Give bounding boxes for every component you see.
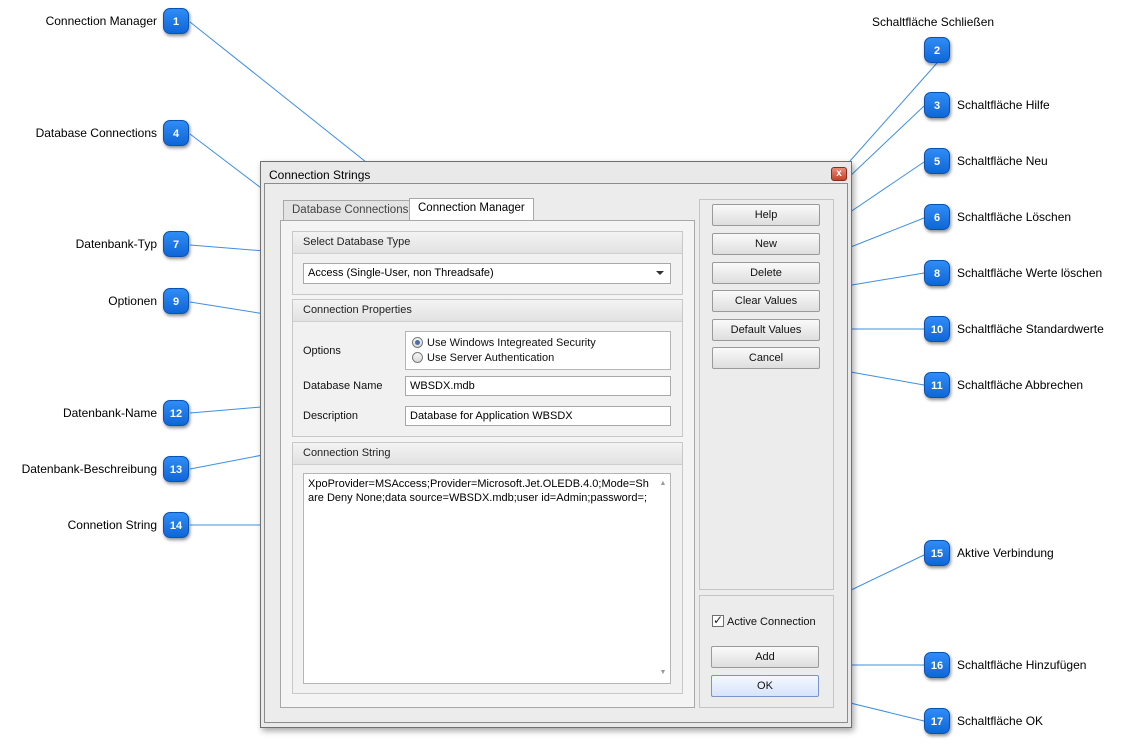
radio-unchecked-icon[interactable] — [412, 352, 423, 363]
options-radio-group: Use Windows Integreated Security Use Ser… — [405, 331, 671, 370]
anno-label-9: Optionen — [108, 294, 157, 308]
button-panel-top — [699, 199, 834, 590]
badge-10: 10 — [924, 316, 950, 342]
badge-4: 4 — [163, 120, 189, 146]
add-button[interactable]: Add — [711, 646, 819, 668]
new-button[interactable]: New — [712, 233, 820, 255]
clear-values-button[interactable]: Clear Values — [712, 290, 820, 312]
description-label: Description — [303, 410, 359, 422]
select-database-type-header: Select Database Type — [293, 232, 682, 254]
radio-server-authentication-label: Use Server Authentication — [427, 352, 555, 364]
anno-label-14: Connetion String — [67, 518, 157, 532]
help-button[interactable]: Help — [712, 204, 820, 226]
default-values-button[interactable]: Default Values — [712, 319, 820, 341]
badge-13: 13 — [163, 456, 189, 482]
close-icon: x — [836, 168, 842, 179]
badge-11: 11 — [924, 372, 950, 398]
scroll-down-icon[interactable]: ▼ — [658, 666, 668, 680]
anno-label-8: Schaltfläche Werte löschen — [957, 266, 1103, 280]
anno-label-12: Datenbank-Name — [62, 406, 157, 420]
description-input[interactable]: Database for Application WBSDX — [405, 406, 671, 426]
anno-label-7: Datenbank-Typ — [75, 237, 157, 251]
badge-9: 9 — [163, 288, 189, 314]
radio-windows-security[interactable]: Use Windows Integreated Security — [412, 337, 596, 351]
connection-properties-header: Connection Properties — [293, 300, 682, 322]
badge-12: 12 — [163, 400, 189, 426]
cancel-button[interactable]: Cancel — [712, 347, 820, 369]
badge-15: 15 — [924, 540, 950, 566]
connection-string-value: XpoProvider=MSAccess;Provider=Microsoft.… — [308, 478, 649, 504]
options-label: Options — [303, 345, 341, 357]
anno-label-6: Schaltfläche Löschen — [957, 210, 1072, 224]
anno-label-2: Schaltfläche Schließen — [872, 15, 995, 29]
database-type-value: Access (Single-User, non Threadsafe) — [308, 267, 494, 279]
dialog-title: Connection Strings — [269, 168, 371, 182]
active-connection-label: Active Connection — [727, 616, 816, 628]
chevron-down-icon[interactable] — [656, 271, 664, 275]
badge-14: 14 — [163, 512, 189, 538]
scroll-up-icon[interactable]: ▲ — [658, 477, 668, 491]
anno-label-15: Aktive Verbindung — [957, 546, 1054, 560]
anno-label-5: Schaltfläche Neu — [957, 154, 1048, 168]
anno-label-4: Database Connections — [35, 126, 157, 140]
radio-checked-icon[interactable] — [412, 337, 423, 348]
badge-7: 7 — [163, 231, 189, 257]
anno-label-10: Schaltfläche Standardwerte — [957, 322, 1104, 336]
database-type-select[interactable]: Access (Single-User, non Threadsafe) — [303, 263, 671, 284]
anno-label-1: Connection Manager — [45, 14, 157, 28]
badge-5: 5 — [924, 148, 950, 174]
database-name-input[interactable]: WBSDX.mdb — [405, 376, 671, 396]
badge-1: 1 — [163, 8, 189, 34]
anno-label-17: Schaltfläche OK — [957, 714, 1044, 728]
database-name-label: Database Name — [303, 380, 383, 392]
close-button[interactable]: x — [831, 167, 847, 181]
badge-3: 3 — [924, 92, 950, 118]
anno-label-11: Schaltfläche Abbrechen — [957, 378, 1084, 392]
badge-17: 17 — [924, 708, 950, 734]
tab-database-connections[interactable]: Database Connections — [283, 200, 418, 221]
active-connection-checkbox[interactable]: Active Connection — [712, 613, 816, 628]
badge-8: 8 — [924, 260, 950, 286]
radio-server-authentication[interactable]: Use Server Authentication — [412, 352, 554, 366]
connection-string-textarea[interactable]: XpoProvider=MSAccess;Provider=Microsoft.… — [303, 473, 671, 684]
ok-button[interactable]: OK — [711, 675, 819, 697]
anno-label-16: Schaltfläche Hinzufügen — [957, 658, 1087, 672]
connection-string-header: Connection String — [293, 443, 682, 465]
checkbox-checked-icon[interactable] — [712, 613, 724, 627]
anno-label-13: Datenbank-Beschreibung — [21, 462, 157, 476]
badge-16: 16 — [924, 652, 950, 678]
badge-2: 2 — [924, 37, 950, 63]
anno-label-3: Schaltfläche Hilfe — [957, 98, 1050, 112]
badge-6: 6 — [924, 204, 950, 230]
delete-button[interactable]: Delete — [712, 262, 820, 284]
tab-connection-manager[interactable]: Connection Manager — [409, 198, 534, 221]
radio-windows-security-label: Use Windows Integreated Security — [427, 337, 596, 349]
